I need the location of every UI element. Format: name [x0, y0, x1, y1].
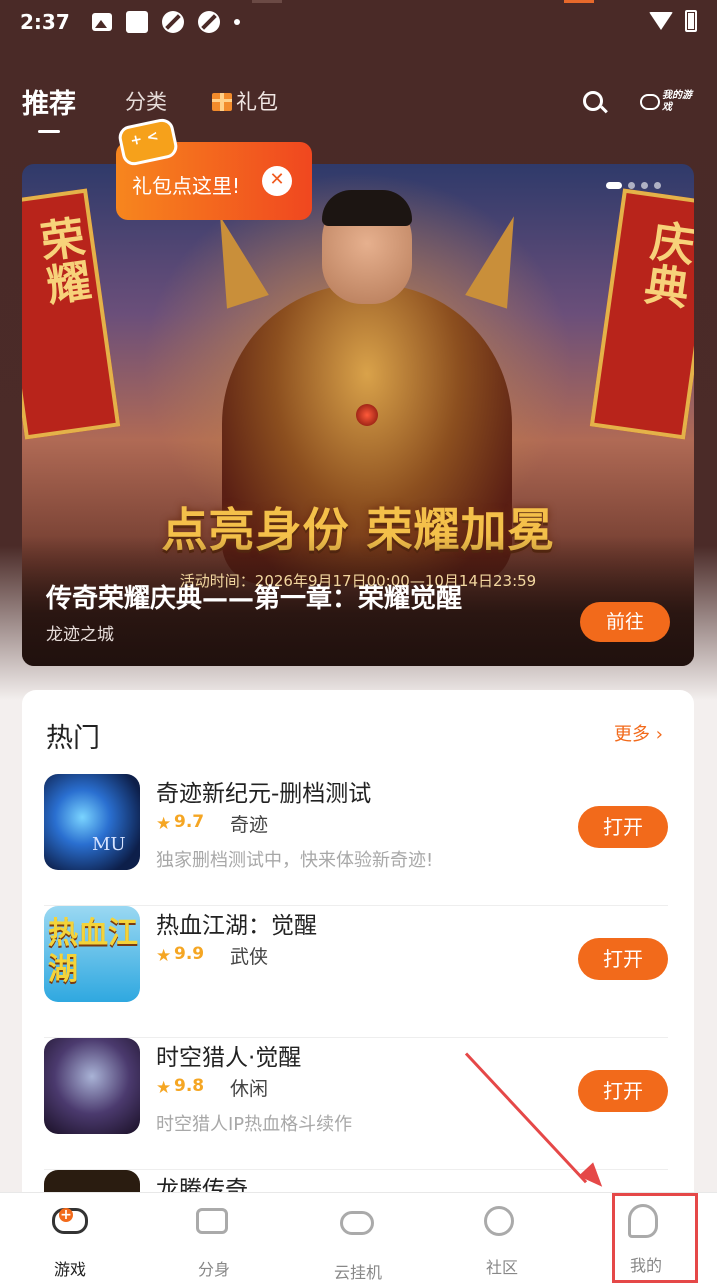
- tab-gift-label: 礼包: [236, 90, 278, 114]
- game-row[interactable]: 热血江湖 热血江湖：觉醒 ★ 9.9 武侠 打开: [44, 906, 668, 1038]
- sync-icon: [161, 11, 184, 33]
- game-name: 奇迹新纪元-删档测试: [156, 781, 372, 807]
- carousel-dot: [641, 182, 648, 189]
- bottom-nav-clone[interactable]: 分身: [164, 1203, 264, 1283]
- game-icon: [44, 1038, 140, 1134]
- bottom-nav-label: 社区: [485, 1258, 518, 1277]
- carousel-dot: [628, 182, 635, 189]
- flag-right-text: 庆典: [634, 216, 694, 311]
- star-icon: ★: [156, 946, 172, 966]
- bottom-nav-label: 云挂机: [333, 1263, 382, 1282]
- image-notification-icon: [91, 13, 112, 31]
- star-icon: ★: [156, 1078, 172, 1098]
- search-button[interactable]: [580, 88, 610, 118]
- open-button[interactable]: 打开: [578, 1070, 668, 1112]
- more-link[interactable]: 更多 ›: [614, 720, 663, 746]
- top-indicator: [252, 0, 282, 3]
- banner-go-button[interactable]: 前往: [580, 602, 670, 642]
- cloud-clock-icon: [340, 1211, 376, 1247]
- game-desc: 独家删档测试中，快来体验新奇迹!: [156, 850, 434, 871]
- star-icon: ★: [156, 814, 172, 834]
- armor-gem: [356, 404, 378, 426]
- promo-banner[interactable]: 荣耀 庆典 点亮身份 荣耀加冕 活动时间：2026年9月17日00:00—10月…: [22, 164, 694, 666]
- bottom-nav-label: 分身: [197, 1260, 230, 1279]
- banner-flag-right: 庆典: [589, 188, 694, 440]
- game-tag: 休闲: [230, 1078, 269, 1100]
- game-row[interactable]: 时空猎人·觉醒 ★ 9.8 休闲 时空猎人IP热血格斗续作 打开: [44, 1038, 668, 1170]
- top-nav: 推荐 分类 礼包 我的游戏: [0, 80, 717, 140]
- more-notifications-icon: [233, 19, 240, 25]
- banner-title: 传奇荣耀庆典——第一章：荣耀觉醒: [46, 584, 463, 614]
- open-button[interactable]: 打开: [578, 938, 668, 980]
- battery-icon: [685, 10, 697, 32]
- bottom-nav: 游戏 分身 云挂机 社区 我的: [0, 1192, 717, 1288]
- tab-recommend[interactable]: 推荐: [22, 82, 76, 121]
- game-name: 热血江湖：觉醒: [156, 913, 317, 939]
- game-desc: 时空猎人IP热血格斗续作: [156, 1114, 353, 1135]
- game-score: 9.7: [174, 812, 205, 832]
- carousel-dot: [654, 182, 661, 189]
- status-bar: 2:37: [0, 0, 717, 44]
- my-games-button[interactable]: 我的游戏: [640, 84, 696, 120]
- gift-icon: [212, 93, 232, 111]
- clone-icon: [196, 1208, 232, 1244]
- banner-subtitle: 龙迹之城: [46, 625, 114, 645]
- my-games-label: 我的游戏: [662, 90, 692, 113]
- bottom-nav-community[interactable]: 社区: [452, 1203, 552, 1283]
- open-button[interactable]: 打开: [578, 806, 668, 848]
- tab-category[interactable]: 分类: [125, 86, 167, 116]
- section-title: 热门: [46, 723, 100, 754]
- planet-icon: [484, 1206, 520, 1242]
- game-icon: 热血江湖: [44, 906, 140, 1002]
- flag-left-text: 荣耀: [29, 213, 93, 308]
- sync-icon-2: [197, 11, 220, 33]
- bottom-nav-label: 游戏: [53, 1260, 86, 1279]
- gamepad-icon: [640, 94, 660, 110]
- wifi-icon: [649, 12, 673, 30]
- game-name: 时空猎人·觉醒: [156, 1045, 302, 1071]
- game-row[interactable]: MU 奇迹新纪元-删档测试 ★ 9.7 奇迹 独家删档测试中，快来体验新奇迹! …: [44, 774, 668, 906]
- game-tag: 奇迹: [230, 814, 269, 836]
- carousel-dot-active: [606, 182, 622, 189]
- gamepad-icon: [52, 1208, 88, 1244]
- game-score: 9.9: [174, 944, 205, 964]
- armor-horn-right: [465, 209, 535, 309]
- close-icon[interactable]: ✕: [262, 166, 292, 196]
- top-indicator-accent: [564, 0, 594, 3]
- game-tag: 武侠: [230, 946, 269, 968]
- app-notification-icon: [125, 11, 148, 33]
- banner-flag-left: 荣耀: [22, 188, 121, 440]
- game-icon: MU: [44, 774, 140, 870]
- game-icon-text: MU: [92, 834, 126, 855]
- gift-tooltip[interactable]: 礼包点这里! ✕: [116, 116, 312, 220]
- game-score: 9.8: [174, 1076, 205, 1096]
- tab-gift[interactable]: 礼包: [212, 86, 278, 116]
- game-icon-text: 热血江湖: [48, 916, 138, 987]
- armor-horn-left: [199, 209, 269, 309]
- bottom-nav-cloud[interactable]: 云挂机: [308, 1203, 408, 1283]
- annotation-highlight-box: [612, 1193, 698, 1283]
- search-icon-handle: [600, 105, 608, 114]
- carousel-indicator: [606, 182, 661, 189]
- tooltip-text: 礼包点这里!: [132, 174, 241, 198]
- character-hair: [322, 190, 412, 226]
- bottom-nav-games[interactable]: 游戏: [20, 1203, 120, 1283]
- status-time: 2:37: [20, 10, 70, 34]
- tab-active-indicator: [38, 130, 60, 133]
